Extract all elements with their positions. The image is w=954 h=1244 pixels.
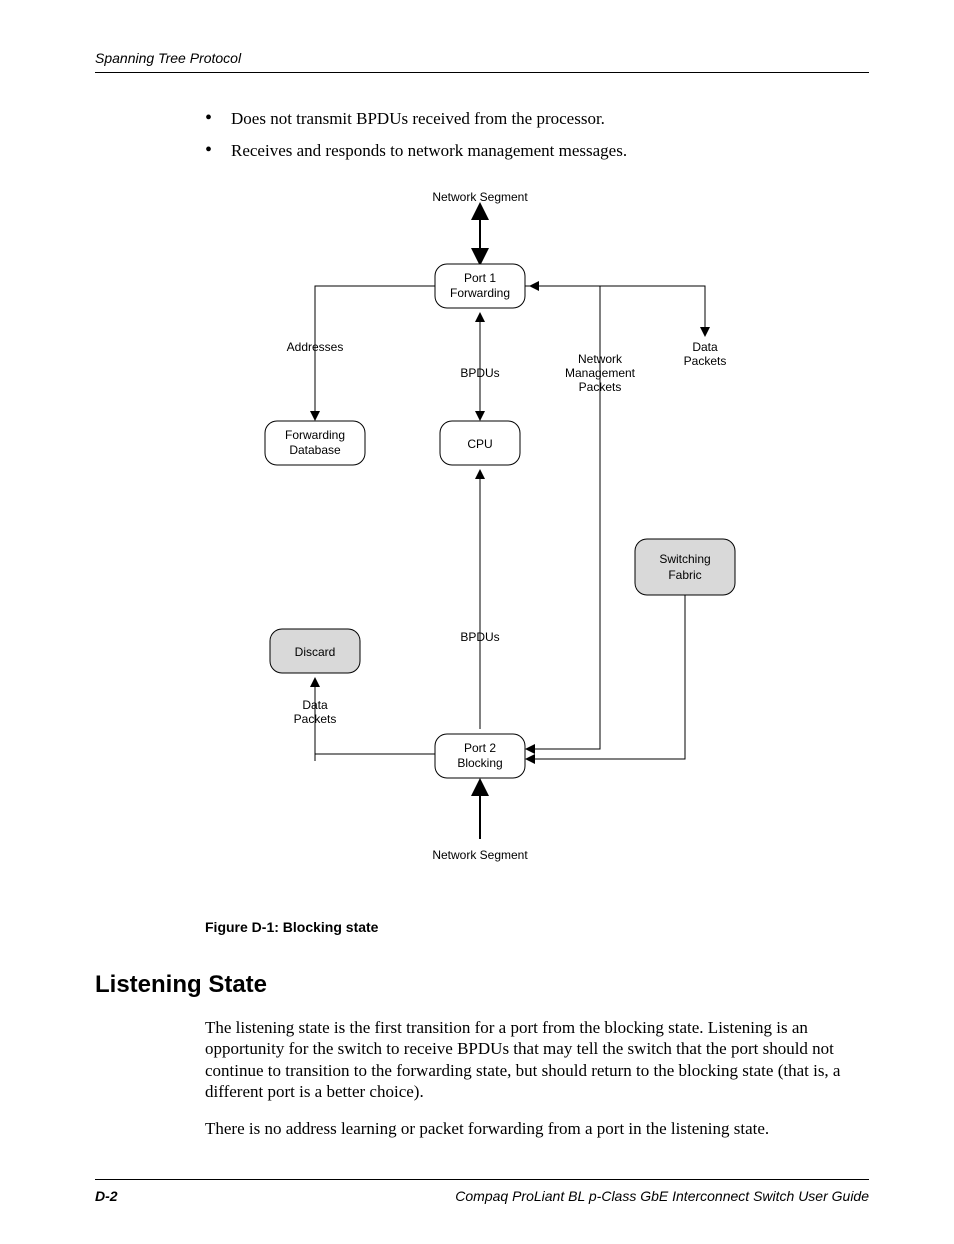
diagram-svg: Network Segment Port 1 Forwarding Addres… xyxy=(205,189,765,909)
page-header: Spanning Tree Protocol xyxy=(95,50,869,73)
section-heading: Listening State xyxy=(95,971,869,999)
label-dpr-l1: Data xyxy=(692,340,718,354)
figure-caption: Figure D-1: Blocking state xyxy=(205,919,869,935)
label-nmp-l2: Management xyxy=(565,366,636,380)
bullet-item: Receives and responds to network managem… xyxy=(205,141,869,161)
paragraph: There is no address learning or packet f… xyxy=(205,1118,869,1139)
label-port1-l1: Port 1 xyxy=(464,271,496,285)
label-port2-l1: Port 2 xyxy=(464,741,496,755)
label-switching-l2: Fabric xyxy=(668,568,701,582)
label-dpl-l2: Packets xyxy=(294,712,337,726)
label-top-segment: Network Segment xyxy=(432,190,528,204)
label-dpr-l2: Packets xyxy=(684,354,727,368)
label-bpdus-bottom: BPDUs xyxy=(460,630,499,644)
page-footer: D-2 Compaq ProLiant BL p-Class GbE Inter… xyxy=(95,1179,869,1204)
label-nmp-l1: Network xyxy=(578,352,623,366)
label-nmp-l3: Packets xyxy=(579,380,622,394)
figure: Network Segment Port 1 Forwarding Addres… xyxy=(205,189,869,909)
label-port1-l2: Forwarding xyxy=(450,286,510,300)
label-switching-l1: Switching xyxy=(659,552,710,566)
bullet-list: Does not transmit BPDUs received from th… xyxy=(205,109,869,161)
label-cpu: CPU xyxy=(467,437,492,451)
label-bottom-segment: Network Segment xyxy=(432,848,528,862)
label-addresses: Addresses xyxy=(287,340,344,354)
label-bpdus-top: BPDUs xyxy=(460,366,499,380)
box-switching xyxy=(635,539,735,595)
label-fwddb-l2: Database xyxy=(289,443,341,457)
label-fwddb-l1: Forwarding xyxy=(285,428,345,442)
label-dpl-l1: Data xyxy=(302,698,328,712)
label-port2-l2: Blocking xyxy=(457,756,502,770)
label-discard: Discard xyxy=(295,645,336,659)
page-number: D-2 xyxy=(95,1188,118,1204)
bullet-item: Does not transmit BPDUs received from th… xyxy=(205,109,869,129)
doc-title: Compaq ProLiant BL p-Class GbE Interconn… xyxy=(455,1188,869,1204)
paragraph: The listening state is the first transit… xyxy=(205,1017,869,1102)
